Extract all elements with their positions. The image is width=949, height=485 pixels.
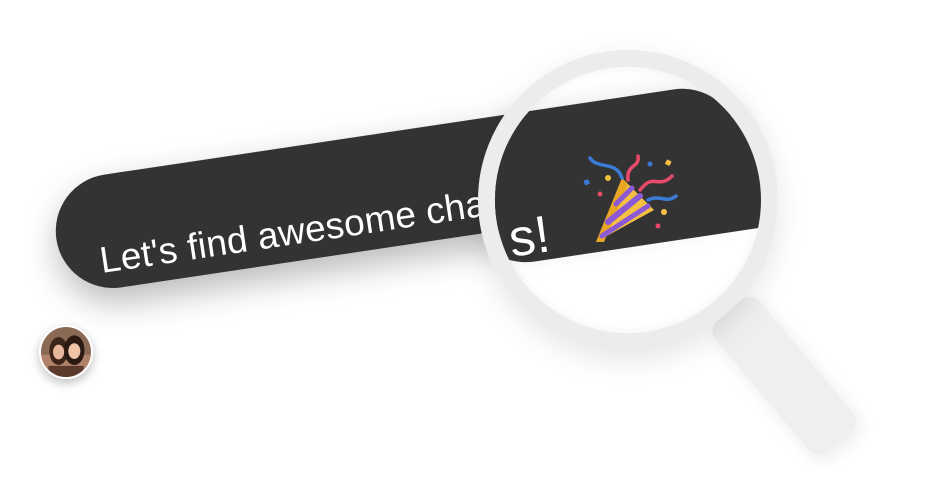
scene: Let's find awesome char s! — [0, 0, 949, 485]
avatar-photo — [41, 327, 91, 377]
avatar — [39, 325, 93, 379]
chat-bubble-text: Let's find awesome char — [97, 180, 502, 281]
party-popper-icon — [583, 154, 678, 242]
magnifier-handle — [706, 291, 862, 461]
magnified-text: s! — [504, 205, 554, 269]
